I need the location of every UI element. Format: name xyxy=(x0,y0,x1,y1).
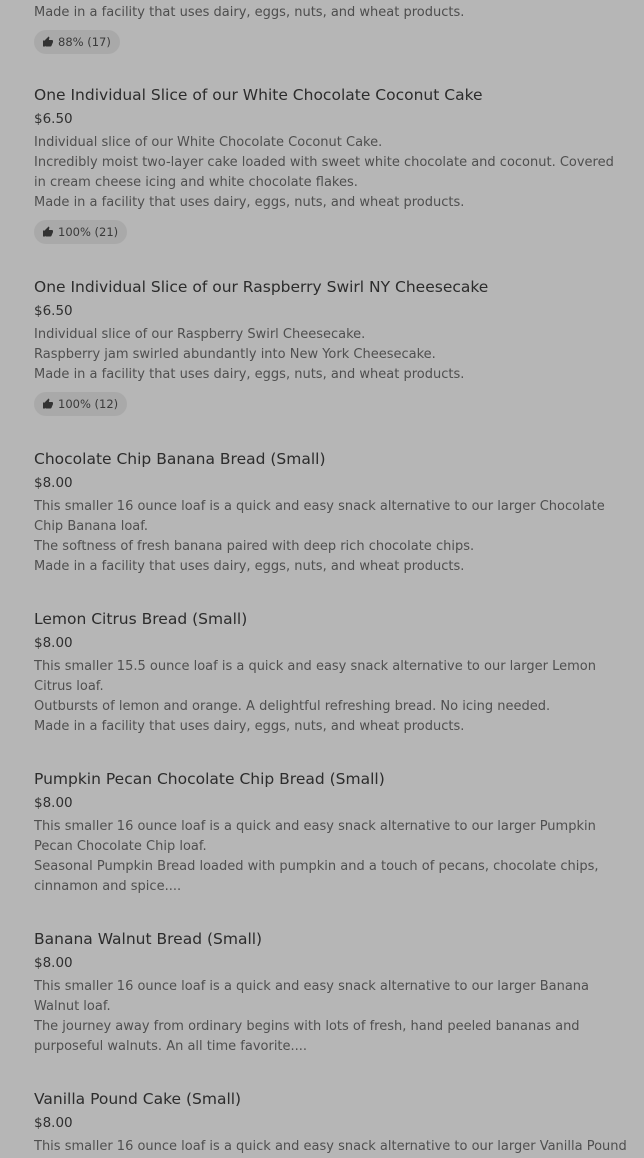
description-line: Individual slice of our Raspberry Swirl … xyxy=(34,327,366,342)
description-line: This smaller 15.5 ounce loaf is a quick … xyxy=(34,659,596,694)
item-price: $8.00 xyxy=(34,1115,73,1131)
item-title: Vanilla Pound Cake (Small) xyxy=(34,1090,242,1108)
item-title: Chocolate Chip Banana Bread (Small) xyxy=(34,450,326,468)
description-line: This smaller 16 ounce loaf is a quick an… xyxy=(34,819,596,854)
description-line: Made in a facility that uses dairy, eggs… xyxy=(34,559,465,574)
item-price: $8.00 xyxy=(34,475,73,491)
description-line: Seasonal Pumpkin Bread loaded with pumpk… xyxy=(34,859,599,894)
rating-text: 100% (21) xyxy=(58,225,119,239)
item-price: $8.00 xyxy=(34,635,73,651)
rating-badge: 88% (17) xyxy=(34,30,120,54)
description-line: Made in a facility that uses dairy, eggs… xyxy=(34,195,465,210)
description-line: Made in a facility that uses dairy, eggs… xyxy=(34,367,465,382)
rating-text: 100% (12) xyxy=(58,397,119,411)
item-title: One Individual Slice of our Raspberry Sw… xyxy=(34,278,489,296)
description-line: The journey away from ordinary begins wi… xyxy=(34,1019,580,1054)
rating-text: 88% (17) xyxy=(58,35,111,49)
rating-badge: 100% (12) xyxy=(34,392,128,416)
menu-item[interactable]: Chocolate Chip Banana Bread (Small) $8.0… xyxy=(34,448,624,577)
rating-badge: 100% (21) xyxy=(34,220,128,244)
item-title: Lemon Citrus Bread (Small) xyxy=(34,610,248,628)
item-price: $6.50 xyxy=(34,111,73,127)
menu-item[interactable]: Banana Walnut Bread (Small) $8.00 This s… xyxy=(34,928,624,1057)
item-title: One Individual Slice of our White Chocol… xyxy=(34,86,483,104)
item-price: $8.00 xyxy=(34,795,73,811)
item-description: This smaller 16 ounce loaf is a quick an… xyxy=(34,817,624,897)
item-price: $6.50 xyxy=(34,303,73,319)
description-line: This smaller 16 ounce loaf is a quick an… xyxy=(34,1139,627,1154)
description-line: Individual slice of our White Chocolate … xyxy=(34,135,383,150)
item-description-fragment: Made in a facility that uses dairy, eggs… xyxy=(34,5,465,20)
item-price: $8.00 xyxy=(34,955,73,971)
description-line: This smaller 16 ounce loaf is a quick an… xyxy=(34,979,589,1014)
thumbs-up-icon xyxy=(42,226,54,238)
thumbs-up-icon xyxy=(42,36,54,48)
menu-item[interactable]: Pumpkin Pecan Chocolate Chip Bread (Smal… xyxy=(34,768,624,897)
menu-item[interactable]: One Individual Slice of our White Chocol… xyxy=(34,84,624,244)
description-line: This smaller 16 ounce loaf is a quick an… xyxy=(34,499,605,534)
thumbs-up-icon xyxy=(42,398,54,410)
item-description: Individual slice of our White Chocolate … xyxy=(34,133,624,213)
menu-item[interactable]: Lemon Citrus Bread (Small) $8.00 This sm… xyxy=(34,608,624,737)
item-description: This smaller 16 ounce loaf is a quick an… xyxy=(34,1137,627,1157)
description-line: Outbursts of lemon and orange. A delight… xyxy=(34,699,551,714)
item-description: This smaller 16 ounce loaf is a quick an… xyxy=(34,497,624,577)
menu-item[interactable]: Vanilla Pound Cake (Small) $8.00 This sm… xyxy=(34,1088,627,1157)
item-description: Individual slice of our Raspberry Swirl … xyxy=(34,325,624,385)
item-title: Pumpkin Pecan Chocolate Chip Bread (Smal… xyxy=(34,770,385,788)
menu-item[interactable]: One Individual Slice of our Raspberry Sw… xyxy=(34,276,624,416)
description-line: The softness of fresh banana paired with… xyxy=(34,539,475,554)
description-line: Made in a facility that uses dairy, eggs… xyxy=(34,719,465,734)
description-line: Raspberry jam swirled abundantly into Ne… xyxy=(34,347,436,362)
item-description: This smaller 16 ounce loaf is a quick an… xyxy=(34,977,624,1057)
item-description: This smaller 15.5 ounce loaf is a quick … xyxy=(34,657,624,737)
item-title: Banana Walnut Bread (Small) xyxy=(34,930,263,948)
description-line: Incredibly moist two-layer cake loaded w… xyxy=(34,155,614,190)
